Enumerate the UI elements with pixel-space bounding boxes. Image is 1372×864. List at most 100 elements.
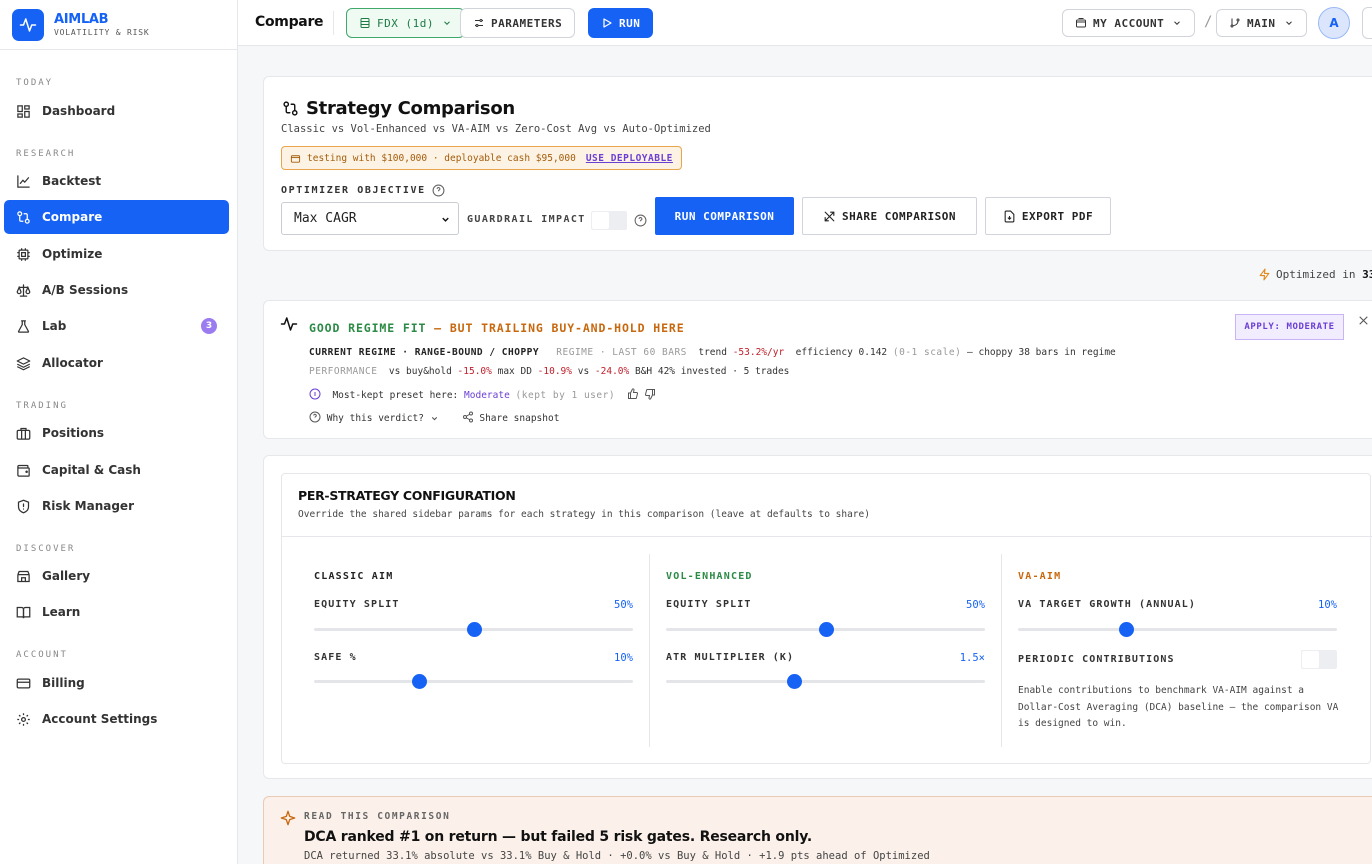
sidebar-item-label: Allocator: [42, 356, 103, 370]
preset-suffix: (kept by 1 user): [515, 390, 616, 401]
sidebar-item-account-settings[interactable]: Account Settings: [4, 702, 229, 736]
slider-thumb[interactable]: [818, 622, 834, 637]
sidebar-item-label: Gallery: [42, 569, 91, 583]
line-chart-icon: [17, 174, 30, 188]
parameters-button[interactable]: PARAMETERS: [460, 8, 576, 38]
chevron-down-icon: [444, 21, 450, 25]
header-overflow-button[interactable]: [1362, 7, 1372, 39]
sidebar-item-label: Positions: [42, 426, 105, 440]
vol-equity-slider[interactable]: [666, 622, 985, 637]
share-comparison-label: SHARE COMPARISON: [842, 209, 956, 223]
regime-meta: REGIME · LAST 60 BARS: [556, 347, 687, 358]
sidebar-item-billing[interactable]: Billing: [4, 666, 229, 700]
verdict-links: Why this verdict? Share snapshot: [309, 411, 559, 424]
scale-icon: [16, 283, 31, 297]
sidebar-item-allocator[interactable]: Allocator: [4, 346, 229, 380]
chevron-down-icon: [431, 416, 437, 421]
regime-row: CURRENT REGIME · RANGE-BOUND / CHOPPY RE…: [309, 347, 1116, 358]
preset-row: Most-kept preset here: Moderate (kept by…: [309, 388, 656, 401]
read-comparison-label: READ THIS COMPARISON: [304, 811, 451, 822]
config-divider: [282, 536, 1372, 537]
verdict-title: GOOD REGIME FIT — BUT TRAILING BUY-AND-H…: [309, 321, 685, 335]
credit-card-icon: [16, 678, 31, 688]
sidebar-item-capital-cash[interactable]: Capital & Cash: [4, 453, 229, 487]
sidebar-item-optimize[interactable]: Optimize: [4, 237, 229, 271]
atr-multiplier-slider[interactable]: [666, 674, 985, 689]
branch-label: MAIN: [1247, 16, 1276, 30]
classic-equity-slider[interactable]: [314, 622, 633, 637]
comparison-subtitle: Classic vs Vol-Enhanced vs VA-AIM vs Zer…: [281, 123, 711, 135]
classic-equity-value: 50%: [614, 599, 633, 611]
vs-label: vs: [577, 366, 590, 377]
ticker-selector[interactable]: FDX (1d): [346, 8, 465, 38]
optimized-prefix: Optimized in: [1276, 268, 1356, 281]
run-comparison-button[interactable]: RUN COMPARISON: [655, 197, 794, 235]
account-selector[interactable]: MY ACCOUNT: [1062, 9, 1196, 37]
atr-multiplier-label: ATR MULTIPLIER (K): [666, 652, 795, 663]
wallet-icon: [290, 154, 301, 163]
preset-name[interactable]: Moderate: [464, 390, 510, 401]
slider-thumb[interactable]: [786, 674, 802, 689]
classic-safe-slider[interactable]: [314, 674, 633, 689]
run-button[interactable]: RUN: [588, 8, 654, 38]
export-pdf-label: EXPORT PDF: [1021, 209, 1094, 223]
sidebar-item-gallery[interactable]: Gallery: [4, 559, 229, 593]
share-comparison-button[interactable]: SHARE COMPARISON: [802, 197, 977, 235]
why-verdict-link[interactable]: Why this verdict?: [309, 411, 444, 424]
per-strategy-config-card: PER-STRATEGY CONFIGURATION Override the …: [263, 455, 1372, 779]
verdict-good: GOOD REGIME FIT: [309, 321, 427, 335]
sidebar-item-backtest[interactable]: Backtest: [4, 164, 229, 198]
guardrail-toggle[interactable]: [591, 211, 627, 230]
git-branch-icon: [1230, 18, 1240, 28]
maxdd-value: -10.9%: [537, 366, 572, 377]
sidebar-item-lab[interactable]: Lab 3: [4, 309, 229, 343]
thumbs-up-icon[interactable]: [627, 388, 639, 400]
periodic-contributions-toggle[interactable]: [1301, 650, 1337, 669]
sidebar-item-dashboard[interactable]: Dashboard: [4, 94, 229, 128]
objective-select[interactable]: Max CAGR: [281, 202, 459, 235]
maxdd-label: max DD: [497, 366, 532, 377]
periodic-contributions-label: PERIODIC CONTRIBUTIONS: [1018, 654, 1175, 665]
briefcase-icon: [16, 427, 31, 440]
regime-verdict-card: GOOD REGIME FIT — BUT TRAILING BUY-AND-H…: [263, 300, 1372, 439]
bh-dd-value: -24.0%: [594, 366, 630, 377]
sidebar-item-label: Learn: [42, 605, 81, 619]
section-trading: TRADING: [16, 401, 68, 411]
git-compare-icon: [17, 210, 30, 224]
lab-count-badge: 3: [201, 318, 217, 334]
use-deployable-link[interactable]: USE DEPLOYABLE: [586, 153, 673, 164]
va-growth-slider[interactable]: [1018, 622, 1337, 637]
play-icon: [603, 18, 612, 28]
thumbs-down-icon[interactable]: [644, 388, 656, 400]
share-icon: [462, 411, 473, 423]
va-growth-label: VA TARGET GROWTH (ANNUAL): [1018, 599, 1197, 610]
branch-selector[interactable]: MAIN: [1216, 9, 1307, 37]
sidebar-item-label: Compare: [42, 210, 103, 224]
brand[interactable]: AIMLAB VOLATILITY & RISK: [0, 0, 237, 50]
sidebar-item-positions[interactable]: Positions: [4, 416, 229, 450]
share-snapshot-label: Share snapshot: [479, 413, 560, 424]
perf-label: PERFORMANCE: [309, 366, 378, 377]
vol-equity-label: EQUITY SPLIT: [666, 599, 752, 610]
sidebar-item-compare[interactable]: Compare: [4, 200, 229, 234]
sidebar-item-risk-manager[interactable]: Risk Manager: [4, 489, 229, 523]
top-header: Compare FDX (1d) PARAMETERS RUN MY ACCOU…: [238, 0, 1372, 46]
pulse-logo-icon: [12, 8, 44, 41]
avatar[interactable]: A: [1318, 7, 1350, 39]
sidebar-item-learn[interactable]: Learn: [4, 595, 229, 629]
slider-thumb[interactable]: [466, 622, 482, 637]
close-icon[interactable]: [1357, 314, 1370, 327]
help-icon[interactable]: [634, 214, 647, 227]
sidebar-item-ab-sessions[interactable]: A/B Sessions: [4, 273, 229, 307]
guardrail-label: GUARDRAIL IMPACT: [467, 214, 586, 225]
share-snapshot-link[interactable]: Share snapshot: [462, 411, 560, 424]
slider-thumb[interactable]: [412, 674, 428, 689]
export-pdf-button[interactable]: EXPORT PDF: [985, 197, 1111, 235]
grid-icon: [17, 104, 30, 118]
slider-thumb[interactable]: [1119, 622, 1135, 637]
sidebar-item-label: A/B Sessions: [42, 283, 129, 297]
apply-moderate-button[interactable]: APPLY: MODERATE: [1235, 314, 1344, 340]
help-icon[interactable]: [432, 184, 445, 197]
objective-label: OPTIMIZER OBJECTIVE: [281, 184, 445, 197]
atr-multiplier-value: 1.5×: [959, 652, 985, 664]
